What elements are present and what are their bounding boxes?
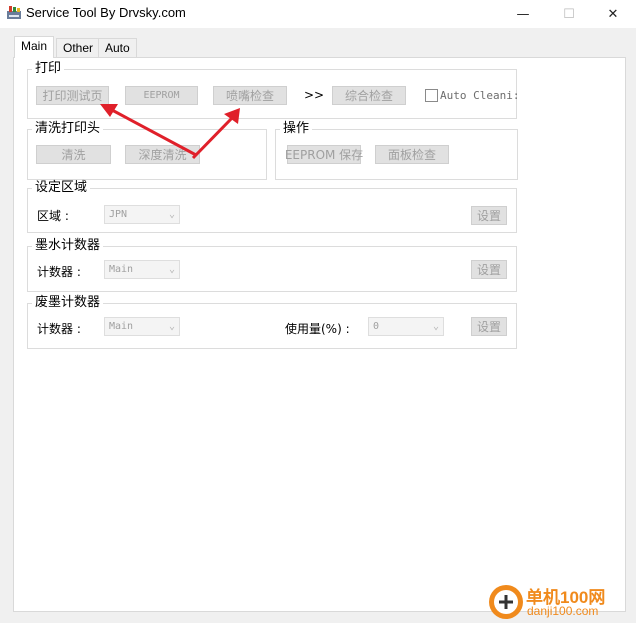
tab-main[interactable]: Main <box>14 36 55 58</box>
annotation-arrow-2 <box>191 108 240 160</box>
watermark-logo-icon <box>488 584 524 620</box>
watermark-url: danji100.com <box>527 604 599 618</box>
annotation-arrow-1 <box>100 104 197 157</box>
annotation-arrows <box>100 104 240 160</box>
